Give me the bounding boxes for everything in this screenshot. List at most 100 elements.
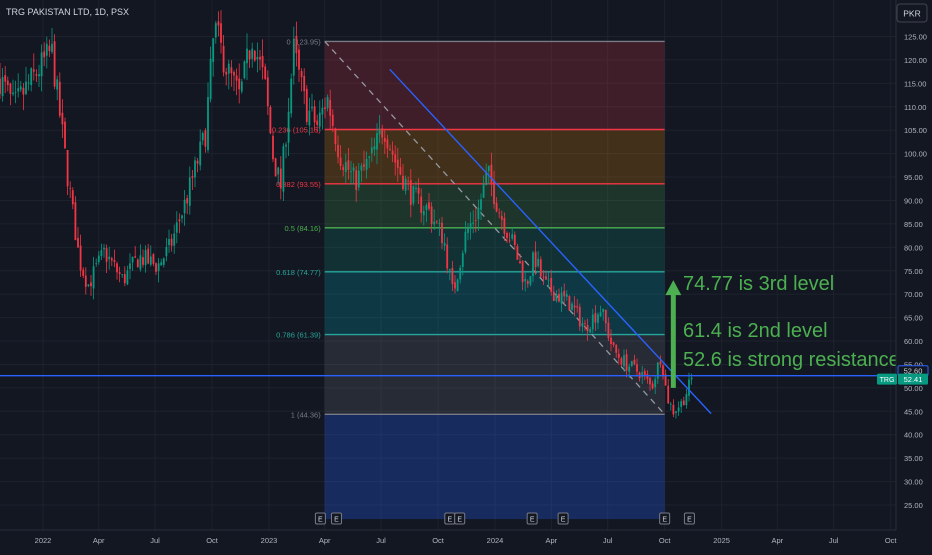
earnings-marker[interactable]: E: [683, 512, 695, 525]
time-axis[interactable]: 2022 Apr Jul Oct 2023 Apr Jul Oct 2024 Apr Jul Oct 2…: [0, 529, 897, 550]
candle-body: [558, 293, 560, 302]
candle-body: [370, 147, 373, 154]
candle-body: [61, 112, 64, 125]
candle: [173, 224, 176, 254]
candle-body: [82, 269, 85, 276]
candle-body: [142, 257, 144, 265]
earnings-marker[interactable]: E: [526, 512, 538, 525]
candle-body: [519, 261, 521, 264]
time-tick-label: Jul: [829, 536, 839, 545]
candle: [227, 59, 230, 90]
candle-body: [56, 79, 59, 90]
candle-body: [573, 305, 576, 308]
candle-body: [659, 361, 662, 365]
candle-body: [25, 81, 27, 95]
candle-body: [571, 303, 573, 311]
candle-body: [415, 187, 417, 189]
candle-body: [493, 181, 495, 204]
candle-body: [441, 222, 443, 244]
candle-body: [352, 167, 355, 171]
candle-body: [103, 247, 105, 250]
candle: [672, 399, 675, 418]
candle-body: [599, 312, 602, 317]
fib-label-0.5: 0.5 (84.16): [284, 224, 321, 233]
candle: [32, 53, 35, 81]
fib-band-0.5: [324, 227, 665, 272]
candle-body: [454, 282, 456, 289]
candle-body: [324, 107, 326, 109]
candle-body: [22, 87, 25, 95]
candle-body: [534, 251, 537, 268]
candle: [269, 105, 272, 135]
candle: [58, 72, 61, 118]
candle-body: [30, 68, 33, 86]
earnings-marker[interactable]: E: [659, 512, 671, 525]
candle-body: [425, 205, 428, 210]
earnings-marker-label: E: [447, 517, 452, 524]
candle-body: [178, 219, 181, 222]
candle-body: [337, 144, 339, 158]
candle: [539, 256, 542, 279]
candle-body: [305, 88, 308, 122]
candle: [196, 158, 199, 173]
candle-body: [108, 256, 111, 260]
earnings-marker[interactable]: E: [454, 512, 466, 525]
candle-body: [368, 156, 371, 158]
candle-body: [422, 211, 425, 216]
candle-body: [261, 55, 264, 68]
candle-body: [568, 296, 571, 311]
ticker-badge[interactable]: TRG: [877, 373, 897, 385]
candle: [45, 36, 48, 69]
candle-body: [355, 170, 358, 190]
earnings-marker-label: E: [318, 517, 323, 524]
candle-body: [539, 259, 542, 277]
price-axis[interactable]: 125.00 120.00 115.00 110.00 105.00 100.00 95.0…: [877, 0, 932, 550]
candle-body: [448, 268, 451, 271]
candle-body: [420, 196, 423, 213]
fib-band-0.618: [324, 271, 665, 335]
arrow-shaft: [670, 294, 676, 388]
candle: [134, 246, 137, 259]
last-price-text: 52.41: [904, 375, 923, 384]
price-chart[interactable]: 0 (123.95)0.236 (105.15)0.382 (93.55)0.5…: [0, 0, 932, 550]
ticker-text: TRG: [880, 377, 895, 384]
candle: [183, 190, 186, 226]
candle: [170, 233, 173, 252]
fib-band-0: [324, 41, 665, 130]
time-tick-label: 2023: [261, 536, 278, 545]
candle-body: [14, 91, 17, 93]
candle-body: [685, 394, 688, 406]
candle-body: [136, 259, 139, 267]
chart-area[interactable]: 0 (123.95) 0.236 (105.15) 0.382 (93.55) 0.5…: [0, 0, 932, 550]
candle: [261, 39, 264, 80]
candle: [56, 75, 59, 101]
candle-body: [682, 400, 685, 406]
last-price-label[interactable]: 52.41: [898, 373, 928, 385]
candle: [305, 85, 308, 126]
earnings-marker[interactable]: E: [330, 512, 342, 525]
candle: [274, 157, 277, 177]
candle-body: [495, 202, 498, 212]
candle: [17, 73, 20, 98]
earnings-marker-label: E: [530, 517, 535, 524]
price-tick-label: 110.00: [904, 103, 926, 112]
candle-body: [552, 291, 555, 301]
candle: [688, 372, 690, 402]
currency-badge[interactable]: PKR: [896, 3, 928, 23]
candle-body: [529, 276, 532, 285]
candle: [22, 82, 25, 111]
earnings-marker[interactable]: E: [444, 512, 456, 525]
candle-body: [69, 187, 72, 189]
candle-body: [617, 353, 620, 358]
candle-body: [134, 256, 137, 258]
candle: [27, 74, 30, 91]
candle-body: [126, 270, 129, 285]
candle-body: [188, 177, 191, 206]
earnings-marker[interactable]: E: [557, 512, 569, 525]
candle-body: [342, 167, 345, 170]
earnings-marker[interactable]: E: [314, 512, 326, 525]
candle-body: [581, 322, 584, 327]
time-tick-label: Jul: [603, 536, 613, 545]
candle-body: [404, 178, 407, 191]
candle: [30, 67, 33, 92]
